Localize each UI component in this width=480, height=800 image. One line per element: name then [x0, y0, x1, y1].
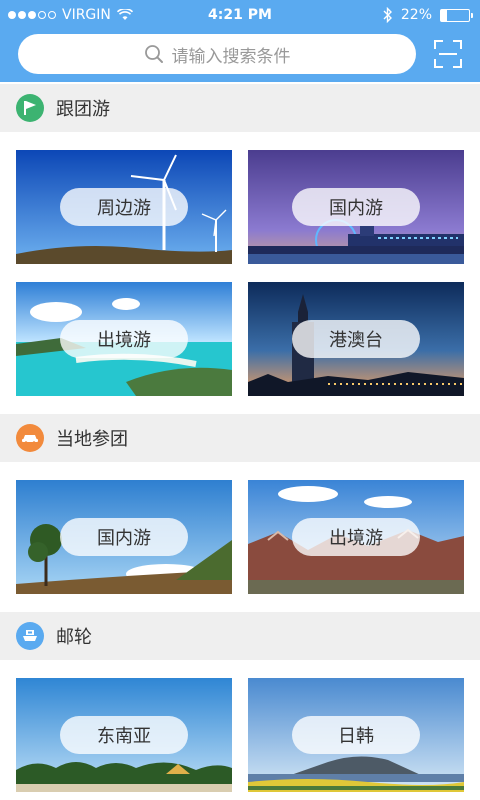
card-domestic-tour[interactable]: 国内游: [248, 150, 464, 264]
carrier-name: VIRGIN: [62, 7, 111, 23]
section-title: 邮轮: [56, 627, 92, 648]
car-icon: [16, 424, 44, 452]
card-local-domestic[interactable]: 国内游: [16, 480, 232, 594]
card-nearby-tour[interactable]: 周边游: [16, 150, 232, 264]
bluetooth-icon: [383, 7, 392, 23]
card-japan-korea[interactable]: 日韩: [248, 678, 464, 792]
card-label: 周边游: [60, 188, 188, 226]
status-bar: VIRGIN 4:21 PM 22%: [0, 0, 480, 32]
section-title: 跟团游: [56, 99, 110, 120]
search-placeholder: 请输入搜索条件: [171, 46, 291, 67]
card-label: 东南亚: [60, 716, 188, 754]
scan-icon[interactable]: [434, 40, 462, 68]
card-outbound-tour[interactable]: 出境游: [16, 282, 232, 396]
card-label: 国内游: [60, 518, 188, 556]
card-label: 出境游: [60, 320, 188, 358]
section-header-group-tour: 跟团游: [0, 84, 480, 132]
battery-percent: 22%: [400, 7, 432, 23]
signal-icon: [8, 11, 56, 19]
card-label: 国内游: [292, 188, 420, 226]
ship-icon: [16, 622, 44, 650]
card-label: 出境游: [292, 518, 420, 556]
card-local-outbound[interactable]: 出境游: [248, 480, 464, 594]
card-label: 日韩: [292, 716, 420, 754]
section-header-local-tour: 当地参团: [0, 414, 480, 462]
card-label: 港澳台: [292, 320, 420, 358]
flag-icon: [16, 94, 44, 122]
app-header: VIRGIN 4:21 PM 22% 请输入搜索条件: [0, 0, 480, 82]
search-bar[interactable]: 请输入搜索条件: [18, 34, 416, 74]
search-icon: [144, 45, 163, 63]
card-hk-macao-taiwan[interactable]: 港澳台: [248, 282, 464, 396]
battery-icon: [440, 8, 473, 22]
section-header-cruise: 邮轮: [0, 612, 480, 660]
section-title: 当地参团: [56, 429, 128, 450]
wifi-icon: [116, 9, 133, 20]
card-southeast-asia[interactable]: 东南亚: [16, 678, 232, 792]
